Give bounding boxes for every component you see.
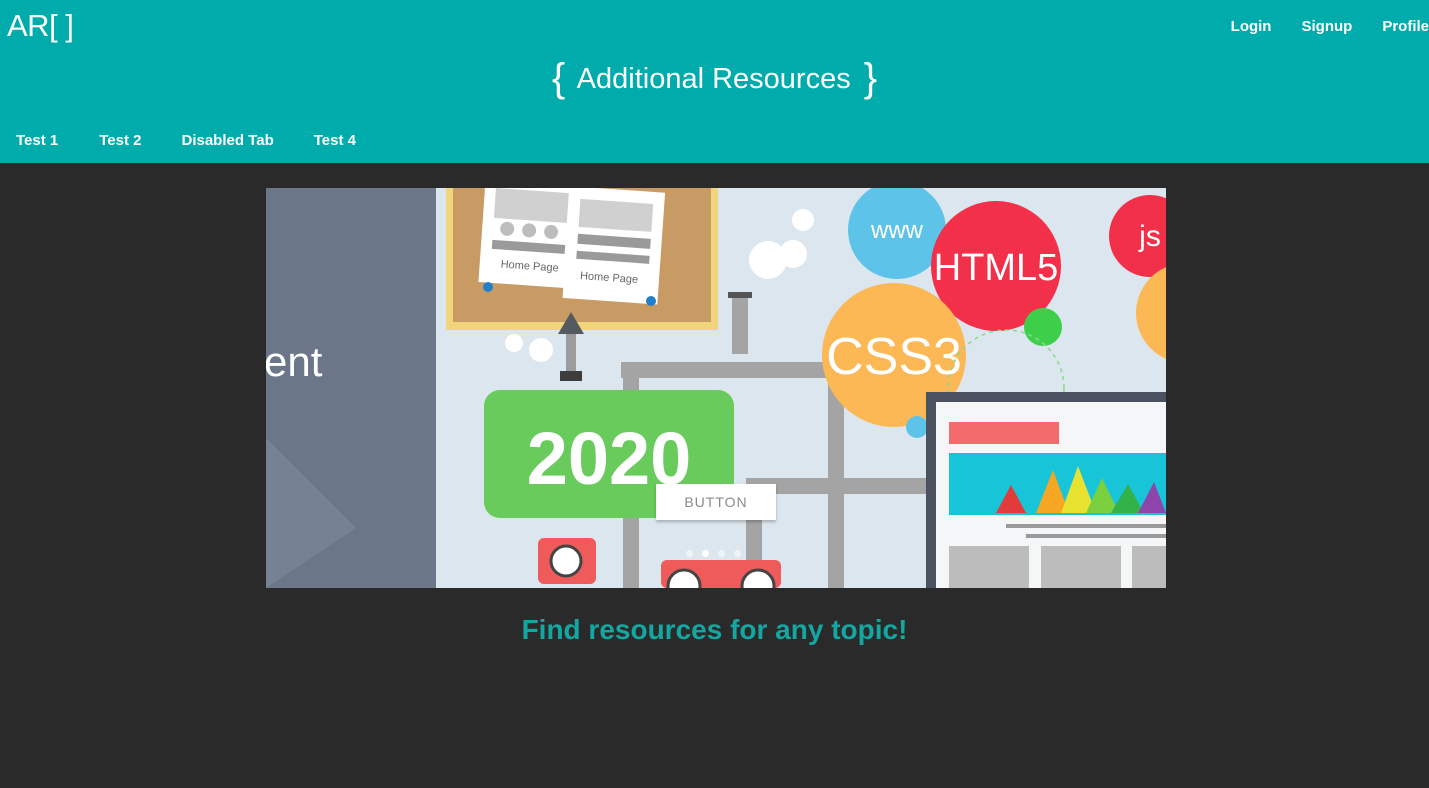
carousel-indicator[interactable] <box>734 550 741 557</box>
bubble-css3: CSS3 <box>826 328 962 386</box>
bubble-www: www <box>870 217 924 244</box>
title-brace-open: { <box>551 56 566 100</box>
image-carousel[interactable]: ent Home Page Home Page 2020 www HTML5 C… <box>266 188 1166 588</box>
logo[interactable]: AR[ ] <box>7 8 74 44</box>
bubble-html5: HTML5 <box>934 247 1059 289</box>
page-title-text: Additional Resources <box>576 63 851 95</box>
tab-test-1[interactable]: Test 1 <box>0 130 58 152</box>
top-nav: Login Signup Profile <box>1216 17 1429 37</box>
tab-disabled: Disabled Tab <box>181 132 274 149</box>
carousel-indicator-active[interactable] <box>702 550 709 557</box>
bubble-js: js <box>1138 220 1161 253</box>
signup-link[interactable]: Signup <box>1286 17 1367 37</box>
tab-test-4[interactable]: Test 4 <box>298 130 356 152</box>
profile-link[interactable]: Profile <box>1367 17 1429 37</box>
carousel-indicator[interactable] <box>718 550 725 557</box>
tagline: Find resources for any topic! <box>521 614 908 645</box>
carousel-indicators <box>686 550 750 557</box>
carousel-indicator[interactable] <box>686 550 693 557</box>
carousel-slide-illustration: ent Home Page Home Page 2020 www HTML5 C… <box>266 188 1166 588</box>
tab-test-2[interactable]: Test 2 <box>83 130 141 152</box>
title-brace-close: } <box>863 56 878 100</box>
login-link[interactable]: Login <box>1216 17 1287 37</box>
page-title: { Additional Resources } <box>0 56 1429 101</box>
tab-bar: Test 1 Test 2 Disabled Tab Test 4 <box>0 130 380 152</box>
app-header: AR[ ] Login Signup Profile { Additional … <box>0 0 1429 163</box>
slide-left-text: ent <box>266 338 323 385</box>
carousel-cta-button[interactable]: BUTTON <box>656 484 776 520</box>
